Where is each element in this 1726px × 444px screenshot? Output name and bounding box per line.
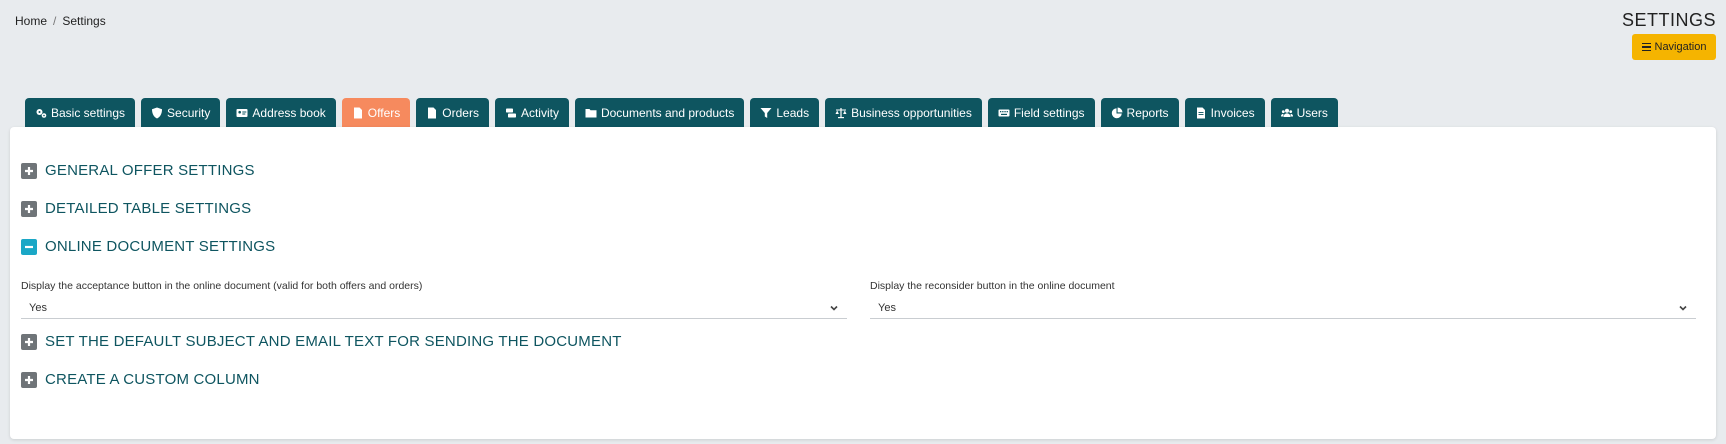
tab-business-opportunities[interactable]: Business opportunities	[825, 98, 982, 127]
shield-icon	[152, 107, 163, 118]
pie-chart-icon	[1111, 107, 1123, 118]
document-icon	[428, 107, 437, 118]
acceptance-button-field: Display the acceptance button in the onl…	[21, 280, 847, 319]
activity-icon	[505, 108, 516, 117]
tab-label: Address book	[252, 105, 326, 120]
tab-label: Offers	[367, 105, 401, 120]
settings-panel: GENERAL OFFER SETTINGS DETAILED TABLE SE…	[10, 127, 1716, 439]
reconsider-button-select[interactable]: Yes	[870, 297, 1696, 319]
tab-offers[interactable]: Offers	[341, 98, 411, 127]
tab-field-settings[interactable]: Field settings	[987, 98, 1095, 127]
acceptance-button-select[interactable]: Yes	[21, 297, 847, 319]
select-value: Yes	[878, 301, 896, 314]
tab-reports[interactable]: Reports	[1100, 98, 1179, 127]
tab-label: Invoices	[1210, 105, 1255, 120]
section-detailed-table-settings[interactable]: DETAILED TABLE SETTINGS	[21, 200, 251, 217]
id-card-icon	[236, 108, 248, 117]
keyboard-icon	[998, 109, 1010, 116]
expand-icon	[21, 200, 37, 217]
navigation-button[interactable]: Navigation	[1632, 34, 1716, 60]
settings-tabs: Basic settings Security Address book Off…	[25, 98, 1338, 127]
tab-label: Business opportunities	[851, 105, 972, 120]
field-label: Display the acceptance button in the onl…	[21, 280, 423, 292]
section-default-subject-email-text[interactable]: SET THE DEFAULT SUBJECT AND EMAIL TEXT F…	[21, 333, 622, 350]
menu-icon	[1641, 42, 1651, 52]
document-icon	[353, 107, 362, 118]
page-title: SETTINGS	[1621, 10, 1716, 30]
tab-basic-settings[interactable]: Basic settings	[25, 98, 136, 127]
tab-label: Field settings	[1013, 105, 1085, 120]
users-icon	[1280, 108, 1293, 117]
tab-security[interactable]: Security	[141, 98, 221, 127]
expand-icon	[21, 371, 37, 388]
chevron-down-icon	[830, 305, 838, 311]
tab-invoices[interactable]: Invoices	[1184, 98, 1265, 127]
expand-icon	[21, 162, 37, 179]
tab-users[interactable]: Users	[1270, 98, 1338, 127]
section-create-custom-column[interactable]: CREATE A CUSTOM COLUMN	[21, 371, 260, 388]
breadcrumb-current: Settings	[62, 14, 106, 28]
breadcrumb-home[interactable]: Home	[15, 14, 47, 28]
chevron-down-icon	[1679, 305, 1687, 311]
breadcrumb: Home / Settings	[15, 14, 106, 28]
tab-label: Reports	[1126, 105, 1169, 120]
section-general-offer-settings[interactable]: GENERAL OFFER SETTINGS	[21, 162, 255, 179]
collapse-icon	[21, 238, 37, 255]
tab-documents-and-products[interactable]: Documents and products	[574, 98, 745, 127]
scale-icon	[835, 107, 847, 118]
section-title: GENERAL OFFER SETTINGS	[45, 162, 255, 179]
select-value: Yes	[29, 301, 47, 314]
tab-orders[interactable]: Orders	[416, 98, 489, 127]
field-label: Display the reconsider button in the onl…	[870, 280, 1115, 292]
tab-label: Users	[1296, 105, 1328, 120]
section-title: DETAILED TABLE SETTINGS	[45, 200, 252, 217]
tab-activity[interactable]: Activity	[494, 98, 569, 127]
section-title: ONLINE DOCUMENT SETTINGS	[45, 238, 276, 255]
section-title: CREATE A CUSTOM COLUMN	[45, 371, 260, 388]
tab-label: Leads	[776, 105, 810, 120]
gears-icon	[36, 108, 47, 118]
section-title: SET THE DEFAULT SUBJECT AND EMAIL TEXT F…	[45, 333, 622, 350]
tab-address-book[interactable]: Address book	[226, 98, 336, 127]
section-online-document-settings[interactable]: ONLINE DOCUMENT SETTINGS	[21, 238, 275, 255]
breadcrumb-separator: /	[53, 14, 57, 28]
reconsider-button-field: Display the reconsider button in the onl…	[870, 280, 1696, 319]
tab-label: Activity	[520, 105, 559, 120]
navigation-button-label: Navigation	[1654, 41, 1707, 53]
tab-label: Orders	[442, 105, 479, 120]
tab-leads[interactable]: Leads	[750, 98, 820, 127]
tab-label: Basic settings	[51, 105, 126, 120]
expand-icon	[21, 333, 37, 350]
funnel-icon	[760, 107, 772, 118]
invoice-icon	[1196, 107, 1205, 118]
tab-label: Documents and products	[600, 105, 735, 120]
folder-icon	[585, 108, 597, 117]
tab-label: Security	[167, 105, 211, 120]
